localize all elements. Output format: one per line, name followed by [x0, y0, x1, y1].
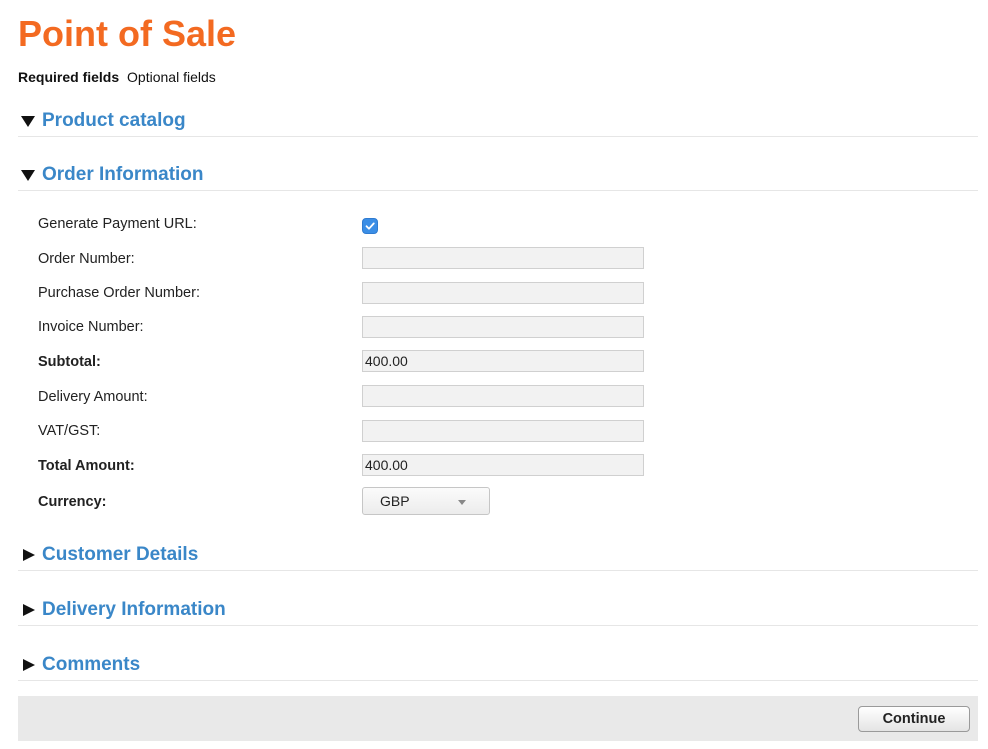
delivery-amount-input[interactable] [362, 385, 644, 407]
section-order-information-label: Order Information [42, 164, 204, 185]
caret-down-icon [458, 500, 466, 505]
generate-payment-url-checkbox[interactable] [362, 218, 378, 234]
section-product-catalog-label: Product catalog [42, 110, 186, 131]
purchase-order-number-input[interactable] [362, 282, 644, 304]
subtotal-input[interactable] [362, 350, 644, 372]
currency-label: Currency: [38, 494, 107, 510]
page-title: Point of Sale [18, 13, 237, 54]
triangle-right-icon [23, 549, 35, 561]
invoice-number-input[interactable] [362, 316, 644, 338]
triangle-right-icon [23, 604, 35, 616]
section-comments-label: Comments [42, 654, 141, 675]
currency-select[interactable]: GBP [362, 487, 490, 515]
currency-selected-value: GBP [380, 493, 410, 509]
generate-payment-url-label: Generate Payment URL: [38, 216, 197, 232]
form-actions-bar: Continue [18, 696, 978, 741]
optional-fields-legend: Optional fields [127, 69, 216, 85]
delivery-amount-label: Delivery Amount: [38, 389, 148, 405]
triangle-down-icon [21, 116, 35, 127]
purchase-order-number-label: Purchase Order Number: [38, 285, 200, 301]
total-amount-input[interactable] [362, 454, 644, 476]
order-number-label: Order Number: [38, 251, 135, 267]
section-delivery-information[interactable]: Delivery Information [18, 595, 978, 626]
order-number-input[interactable] [362, 247, 644, 269]
triangle-right-icon [23, 659, 35, 671]
section-delivery-information-label: Delivery Information [42, 599, 226, 620]
section-customer-details[interactable]: Customer Details [18, 540, 978, 571]
section-comments[interactable]: Comments [18, 650, 978, 681]
checkmark-icon [365, 222, 375, 230]
continue-button[interactable]: Continue [858, 706, 970, 732]
triangle-down-icon [21, 170, 35, 181]
subtotal-label: Subtotal: [38, 354, 101, 370]
field-legend: Required fields Optional fields [18, 68, 216, 86]
section-product-catalog[interactable]: Product catalog [18, 106, 978, 137]
section-customer-details-label: Customer Details [42, 544, 199, 565]
total-amount-label: Total Amount: [38, 458, 135, 474]
required-fields-legend: Required fields [18, 69, 120, 85]
invoice-number-label: Invoice Number: [38, 319, 144, 335]
section-order-information[interactable]: Order Information [18, 160, 978, 191]
vat-gst-input[interactable] [362, 420, 644, 442]
vat-gst-label: VAT/GST: [38, 423, 101, 439]
